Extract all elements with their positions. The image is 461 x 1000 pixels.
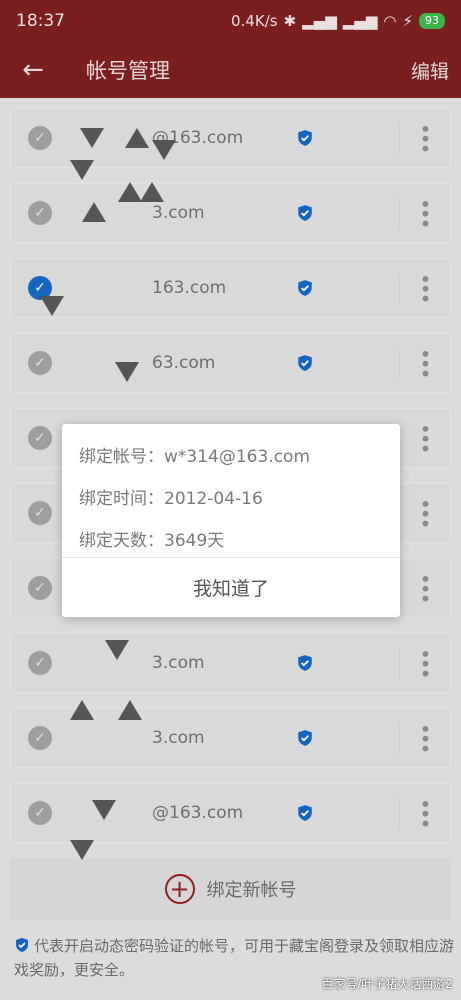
- status-icons: 0.4K/s ✱ ▂▄▆ ▂▄▆ ◠ ⚡ 93: [231, 12, 445, 30]
- check-icon[interactable]: ✓: [28, 126, 52, 150]
- check-icon[interactable]: ✓: [28, 726, 52, 750]
- account-email: 63.com: [152, 353, 216, 373]
- account-row[interactable]: ✓ 3.com •••: [10, 183, 451, 243]
- mosaic-blur: [118, 182, 142, 202]
- check-icon[interactable]: ✓: [28, 201, 52, 225]
- bluetooth-icon: ✱: [283, 12, 297, 30]
- check-icon[interactable]: ✓: [28, 801, 52, 825]
- check-icon[interactable]: ✓: [28, 501, 52, 525]
- more-options-icon[interactable]: •••: [413, 198, 437, 227]
- more-options-icon[interactable]: •••: [413, 573, 437, 602]
- row-divider: [399, 123, 400, 155]
- footer-note-text: 代表开启动态密码验证的帐号，可用于藏宝阁登录及领取相应游戏奖励，更安全。: [14, 937, 455, 979]
- dialog-account: 绑定帐号：w*314@163.com: [79, 447, 311, 467]
- mosaic-blur: [105, 640, 129, 660]
- mosaic-blur: [125, 128, 149, 148]
- back-button[interactable]: ←: [0, 55, 66, 85]
- mosaic-blur: [40, 296, 64, 316]
- edit-button[interactable]: 编辑: [411, 57, 449, 84]
- page-title: 帐号管理: [86, 59, 170, 83]
- more-options-icon[interactable]: •••: [413, 423, 437, 452]
- add-account-button[interactable]: + 绑定新帐号: [10, 858, 451, 920]
- row-divider: [399, 273, 400, 305]
- account-row[interactable]: ✓ 163.com •••: [10, 258, 451, 318]
- account-row[interactable]: ✓ 3.com •••: [10, 633, 451, 693]
- shield-icon: [298, 730, 312, 746]
- account-email: 163.com: [152, 278, 227, 298]
- dialog-ok-button[interactable]: 我知道了: [62, 558, 400, 617]
- wifi-icon: ◠: [383, 12, 397, 30]
- shield-icon: [298, 130, 312, 146]
- account-row[interactable]: ✓ @163.com •••: [10, 108, 451, 168]
- account-row[interactable]: ✓ @163.com •••: [10, 783, 451, 843]
- shield-icon: [16, 938, 28, 952]
- mosaic-blur: [70, 700, 94, 720]
- account-email: 3.com: [152, 653, 205, 673]
- account-email: 3.com: [152, 203, 205, 223]
- mosaic-blur: [118, 700, 142, 720]
- row-divider: [399, 648, 400, 680]
- check-icon[interactable]: ✓: [28, 651, 52, 675]
- check-icon[interactable]: ✓: [28, 351, 52, 375]
- more-options-icon[interactable]: •••: [413, 498, 437, 527]
- account-row[interactable]: ✓ 63.com •••: [10, 333, 451, 393]
- account-info-dialog: 绑定帐号：w*314@163.com 绑定时间：2012-04-16 绑定天数：…: [62, 424, 400, 617]
- shield-icon: [298, 355, 312, 371]
- app-bar: ← 帐号管理 编辑: [0, 42, 461, 98]
- mosaic-blur: [140, 182, 164, 202]
- mosaic-blur: [82, 202, 106, 222]
- plus-icon: +: [164, 874, 195, 904]
- shield-icon: [298, 805, 312, 821]
- row-divider: [399, 198, 400, 230]
- row-divider: [399, 348, 400, 380]
- network-speed: 0.4K/s: [231, 12, 278, 30]
- row-divider: [399, 798, 400, 830]
- more-options-icon[interactable]: •••: [413, 348, 437, 377]
- account-email: 3.com: [152, 728, 205, 748]
- mosaic-blur: [92, 800, 116, 820]
- shield-icon: [298, 655, 312, 671]
- more-options-icon[interactable]: •••: [413, 648, 437, 677]
- row-divider: [399, 723, 400, 755]
- more-options-icon[interactable]: •••: [413, 723, 437, 752]
- shield-icon: [298, 205, 312, 221]
- dialog-bind-time: 绑定时间：2012-04-16: [79, 489, 263, 509]
- watermark: 百家号/叶子猪大话西游2: [321, 977, 453, 991]
- status-bar: 18:37 0.4K/s ✱ ▂▄▆ ▂▄▆ ◠ ⚡ 93: [0, 0, 461, 42]
- mosaic-blur: [70, 160, 94, 180]
- charging-icon: ⚡: [402, 12, 413, 30]
- dialog-bind-days: 绑定天数：3649天: [79, 531, 225, 551]
- status-time: 18:37: [16, 11, 65, 31]
- battery-level: 93: [419, 13, 445, 29]
- mosaic-blur: [80, 128, 104, 148]
- mosaic-blur: [152, 140, 176, 160]
- more-options-icon[interactable]: •••: [413, 273, 437, 302]
- shield-icon: [298, 280, 312, 296]
- mosaic-blur: [70, 840, 94, 860]
- more-options-icon[interactable]: •••: [413, 123, 437, 152]
- check-icon[interactable]: ✓: [28, 576, 52, 600]
- signal-icon-2: ▂▄▆: [342, 12, 378, 30]
- more-options-icon[interactable]: •••: [413, 798, 437, 827]
- signal-icon: ▂▄▆: [302, 12, 337, 30]
- arrow-left-icon: ←: [22, 55, 44, 85]
- mosaic-blur: [115, 362, 139, 382]
- account-email: @163.com: [152, 803, 244, 823]
- check-icon[interactable]: ✓: [28, 426, 52, 450]
- add-account-label: 绑定新帐号: [206, 880, 297, 901]
